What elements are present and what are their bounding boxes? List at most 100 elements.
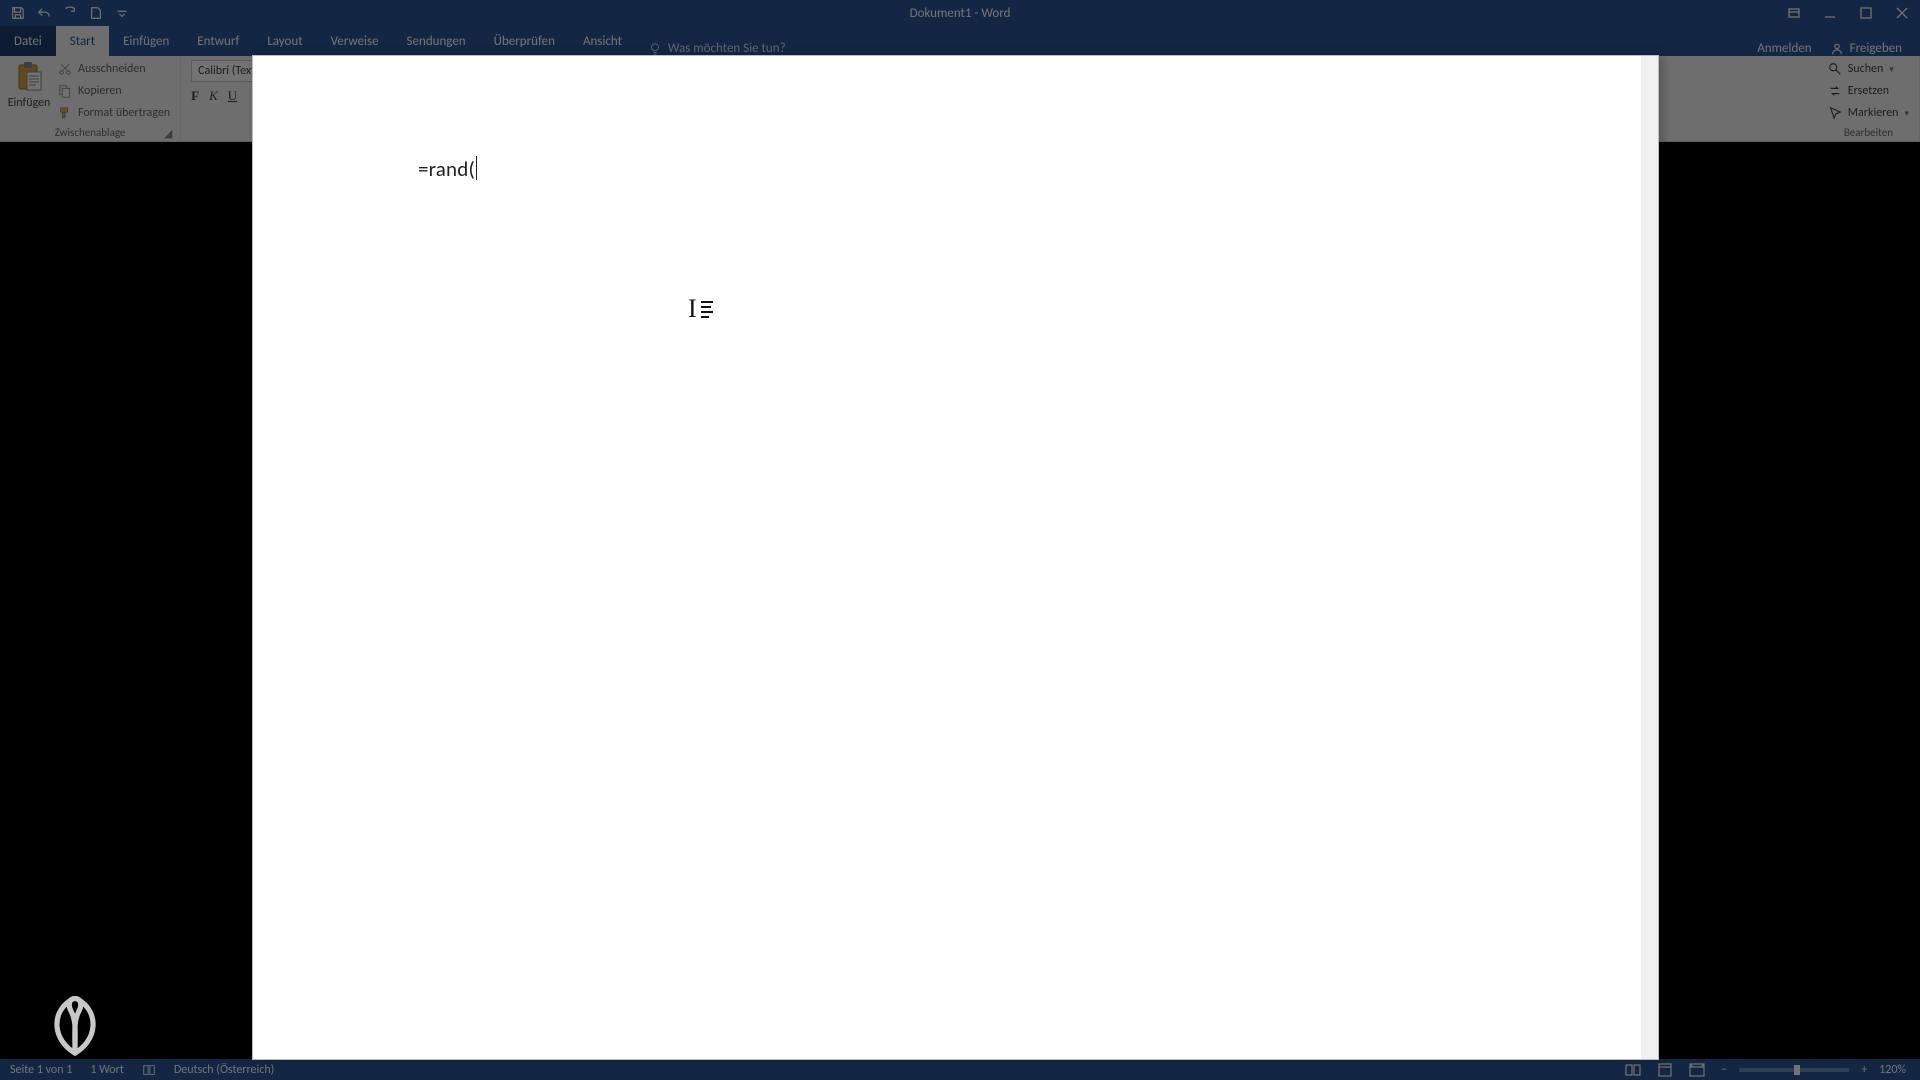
zoom-out-button[interactable]: −	[1717, 1063, 1731, 1077]
tab-label: Entwurf	[197, 34, 239, 49]
tab-label: Überprüfen	[494, 34, 555, 49]
lightbulb-icon	[648, 42, 662, 56]
undo-icon	[37, 6, 51, 20]
tab-label: Start	[70, 34, 95, 49]
web-layout-icon	[1689, 1063, 1705, 1077]
spellcheck-button[interactable]	[142, 1063, 156, 1077]
copy-icon	[58, 84, 72, 98]
minimize-button[interactable]	[1812, 0, 1848, 26]
chevron-down-icon: ▾	[1889, 64, 1894, 75]
tab-start[interactable]: Start	[56, 26, 109, 56]
zoom-level[interactable]: 120%	[1879, 1063, 1906, 1077]
read-mode-icon	[1625, 1063, 1641, 1077]
tab-einfuegen[interactable]: Einfügen	[109, 26, 183, 56]
redo-button[interactable]	[58, 2, 82, 24]
ribbon-right: Anmelden Freigeben	[1757, 41, 1920, 56]
new-slide-button[interactable]	[84, 2, 108, 24]
paste-icon	[14, 60, 44, 94]
find-button[interactable]: Suchen ▾	[1828, 60, 1909, 78]
tab-label: Datei	[14, 34, 42, 49]
read-mode-button[interactable]	[1621, 1061, 1645, 1079]
language-label: Deutsch (Österreich)	[174, 1063, 274, 1077]
document-icon	[89, 6, 103, 20]
web-layout-button[interactable]	[1685, 1061, 1709, 1079]
document-page[interactable]: =rand(	[253, 56, 1658, 1059]
italic-button[interactable]: K	[209, 88, 218, 104]
zoom-slider[interactable]	[1739, 1068, 1849, 1072]
page-indicator-label: Seite 1 von 1	[10, 1063, 72, 1077]
group-clipboard: Einfügen Ausschneiden Kopieren Format üb…	[0, 56, 181, 141]
share-label: Freigeben	[1850, 41, 1902, 56]
page-indicator[interactable]: Seite 1 von 1	[10, 1063, 72, 1077]
tab-ueberpruefen[interactable]: Überprüfen	[480, 26, 569, 56]
zoom-slider-thumb[interactable]	[1794, 1065, 1800, 1075]
chevron-down-icon	[115, 6, 129, 20]
tab-sendungen[interactable]: Sendungen	[393, 26, 480, 56]
tab-layout[interactable]: Layout	[253, 26, 316, 56]
watermark-logo	[38, 988, 112, 1062]
share-button[interactable]: Freigeben	[1830, 41, 1902, 56]
ribbon-display-button[interactable]	[1776, 0, 1812, 26]
tell-me-placeholder: Was möchten Sie tun?	[668, 41, 786, 56]
select-button[interactable]: Markieren ▾	[1828, 104, 1909, 122]
tab-datei[interactable]: Datei	[0, 26, 56, 56]
replace-button[interactable]: Ersetzen	[1828, 82, 1909, 100]
save-icon	[11, 6, 25, 20]
paste-label: Einfügen	[8, 96, 51, 110]
close-icon	[1896, 7, 1908, 19]
chevron-down-icon: ▾	[1904, 108, 1909, 119]
text-insertion-cursor: I	[688, 294, 713, 324]
bold-button[interactable]: F	[191, 88, 199, 104]
word-count[interactable]: 1 Wort	[90, 1063, 124, 1077]
underline-button[interactable]: U	[228, 88, 237, 104]
paste-button[interactable]: Einfügen	[10, 60, 48, 122]
ribbon-tabs: Datei Start Einfügen Entwurf Layout Verw…	[0, 26, 1920, 56]
tab-label: Verweise	[331, 34, 379, 49]
vertical-scrollbar[interactable]	[1641, 56, 1658, 1059]
close-button[interactable]	[1884, 0, 1920, 26]
tab-entwurf[interactable]: Entwurf	[183, 26, 253, 56]
undo-button[interactable]	[32, 2, 56, 24]
format-painter-label: Format übertragen	[78, 106, 170, 120]
copy-button[interactable]: Kopieren	[58, 82, 170, 100]
statusbar: Seite 1 von 1 1 Wort Deutsch (Österreich…	[0, 1059, 1920, 1080]
window-title: Dokument1 - Word	[910, 6, 1011, 21]
tab-label: Einfügen	[123, 34, 169, 49]
save-button[interactable]	[6, 2, 30, 24]
zoom-in-button[interactable]: +	[1857, 1063, 1871, 1077]
replace-label: Ersetzen	[1848, 84, 1889, 98]
scissors-icon	[58, 62, 72, 76]
redo-icon	[63, 6, 77, 20]
tab-label: Layout	[267, 34, 302, 49]
cut-button[interactable]: Ausschneiden	[58, 60, 170, 78]
tell-me-search[interactable]: Was möchten Sie tun?	[636, 41, 798, 56]
language-indicator[interactable]: Deutsch (Österreich)	[174, 1063, 274, 1077]
book-icon	[142, 1063, 156, 1077]
maximize-button[interactable]	[1848, 0, 1884, 26]
select-label: Markieren	[1848, 106, 1899, 120]
group-title-editing: Bearbeiten	[1828, 124, 1909, 139]
paragraph-align-icon	[701, 301, 713, 318]
qat-customize-button[interactable]	[110, 2, 134, 24]
dialog-launcher-icon[interactable]: ◢	[162, 127, 174, 139]
format-painter-button[interactable]: Format übertragen	[58, 104, 170, 122]
tab-verweise[interactable]: Verweise	[317, 26, 393, 56]
group-title-clipboard: Zwischenablage ◢	[10, 124, 170, 139]
replace-icon	[1828, 84, 1842, 98]
word-count-label: 1 Wort	[90, 1063, 124, 1077]
search-icon	[1828, 62, 1842, 76]
window-controls	[1776, 0, 1920, 26]
cursor-icon	[1828, 106, 1842, 120]
share-icon	[1830, 42, 1844, 56]
maximize-icon	[1860, 7, 1872, 19]
tab-ansicht[interactable]: Ansicht	[569, 26, 636, 56]
print-layout-button[interactable]	[1653, 1061, 1677, 1079]
sign-in-button[interactable]: Anmelden	[1757, 41, 1811, 56]
sign-in-label: Anmelden	[1757, 41, 1811, 56]
ribbon-options-icon	[1788, 7, 1800, 19]
document-text[interactable]: =rand(	[418, 156, 475, 182]
tab-label: Sendungen	[407, 34, 466, 49]
group-editing: Suchen ▾ Ersetzen Markieren ▾ Bearbeiten	[1818, 56, 1920, 141]
ibeam-icon: I	[688, 294, 697, 324]
paintbrush-icon	[58, 106, 72, 120]
